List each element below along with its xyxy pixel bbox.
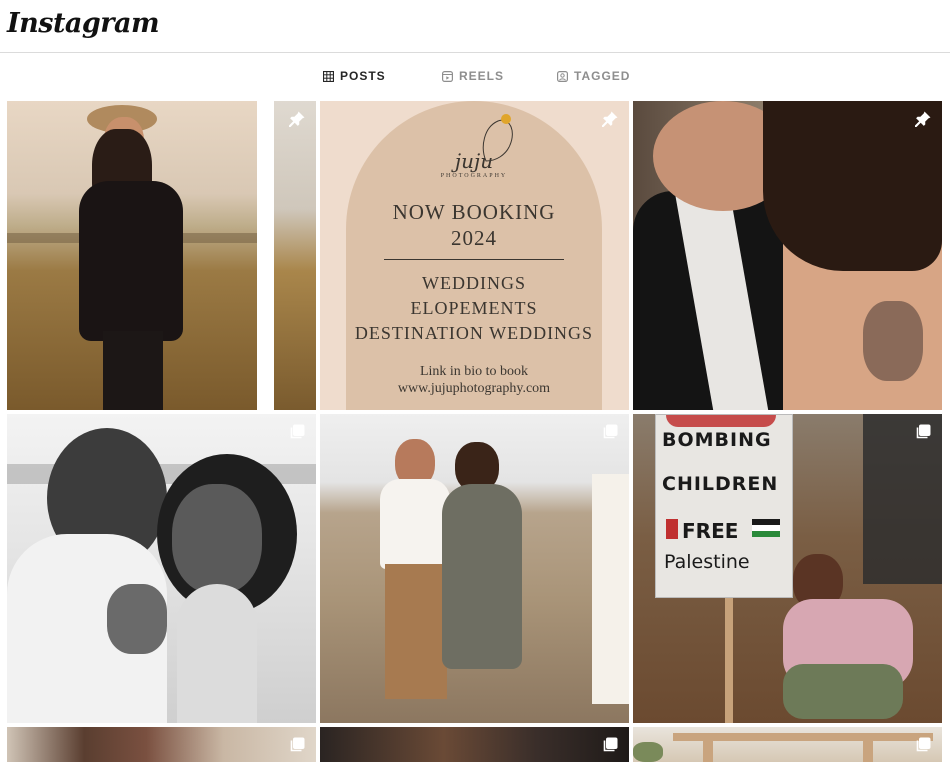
sign-line-3: FREE — [682, 519, 739, 543]
post-tile-9[interactable] — [633, 727, 942, 762]
post-tile-6[interactable]: BOMBING CHILDREN FREE Palestine — [633, 414, 942, 723]
cta-text: Link in bio to book — [419, 364, 529, 379]
post-tile-1[interactable] — [7, 101, 316, 410]
reels-icon — [442, 70, 454, 82]
service-elopements: ELOPEMENTS — [410, 298, 538, 318]
tagged-icon — [557, 70, 569, 82]
post-image — [633, 727, 942, 762]
pin-icon — [914, 110, 932, 128]
post-image — [7, 101, 316, 410]
tab-tagged[interactable]: TAGGED — [557, 68, 630, 84]
website-url: www.jujuphotography.com — [397, 381, 551, 396]
service-weddings: WEDDINGS — [422, 273, 526, 293]
tab-posts[interactable]: POSTS — [322, 68, 386, 84]
carousel-icon — [601, 736, 619, 754]
post-tile-5[interactable] — [320, 414, 629, 723]
tab-reels-label: REELS — [459, 69, 505, 83]
sign-line-1: BOMBING — [662, 429, 772, 451]
top-bar: Instagram — [0, 0, 950, 53]
pin-icon — [601, 110, 619, 128]
sign-line-2: CHILDREN — [662, 473, 779, 495]
carousel-icon — [288, 736, 306, 754]
booking-card: juju PHOTOGRAPHY NOW BOOKING 2024 WEDDIN… — [346, 101, 602, 410]
instagram-logo[interactable]: Instagram — [7, 8, 160, 39]
profile-tabs: POSTS REELS TAGGED — [0, 54, 950, 98]
brand-name: juju — [454, 149, 494, 173]
carousel-icon — [601, 423, 619, 441]
post-image — [7, 414, 316, 723]
post-tile-7[interactable] — [7, 727, 316, 762]
card-divider — [384, 259, 564, 260]
flag-icon — [666, 519, 678, 539]
pin-icon — [288, 110, 306, 128]
tab-tagged-label: TAGGED — [574, 69, 631, 83]
carousel-icon — [288, 423, 306, 441]
post-image — [320, 414, 629, 723]
headline-line-1: NOW BOOKING — [392, 200, 556, 224]
brand-subtitle: PHOTOGRAPHY — [440, 173, 508, 179]
headline-line-2: 2024 — [451, 226, 497, 250]
post-tile-4[interactable] — [7, 414, 316, 723]
post-tile-2[interactable]: juju PHOTOGRAPHY NOW BOOKING 2024 WEDDIN… — [320, 101, 629, 410]
protest-sign: BOMBING CHILDREN FREE Palestine — [655, 414, 793, 598]
grid-icon — [322, 70, 335, 82]
carousel-icon — [914, 736, 932, 754]
tab-reels[interactable]: REELS — [442, 68, 504, 84]
post-tile-8[interactable] — [320, 727, 629, 762]
post-image: BOMBING CHILDREN FREE Palestine — [633, 414, 942, 723]
sign-line-4: Palestine — [664, 551, 750, 573]
post-tile-3[interactable] — [633, 101, 942, 410]
carousel-icon — [914, 423, 932, 441]
flag-icon — [752, 519, 780, 537]
service-destination: DESTINATION WEDDINGS — [354, 323, 594, 343]
tab-posts-label: POSTS — [340, 69, 386, 83]
post-image — [633, 101, 942, 410]
